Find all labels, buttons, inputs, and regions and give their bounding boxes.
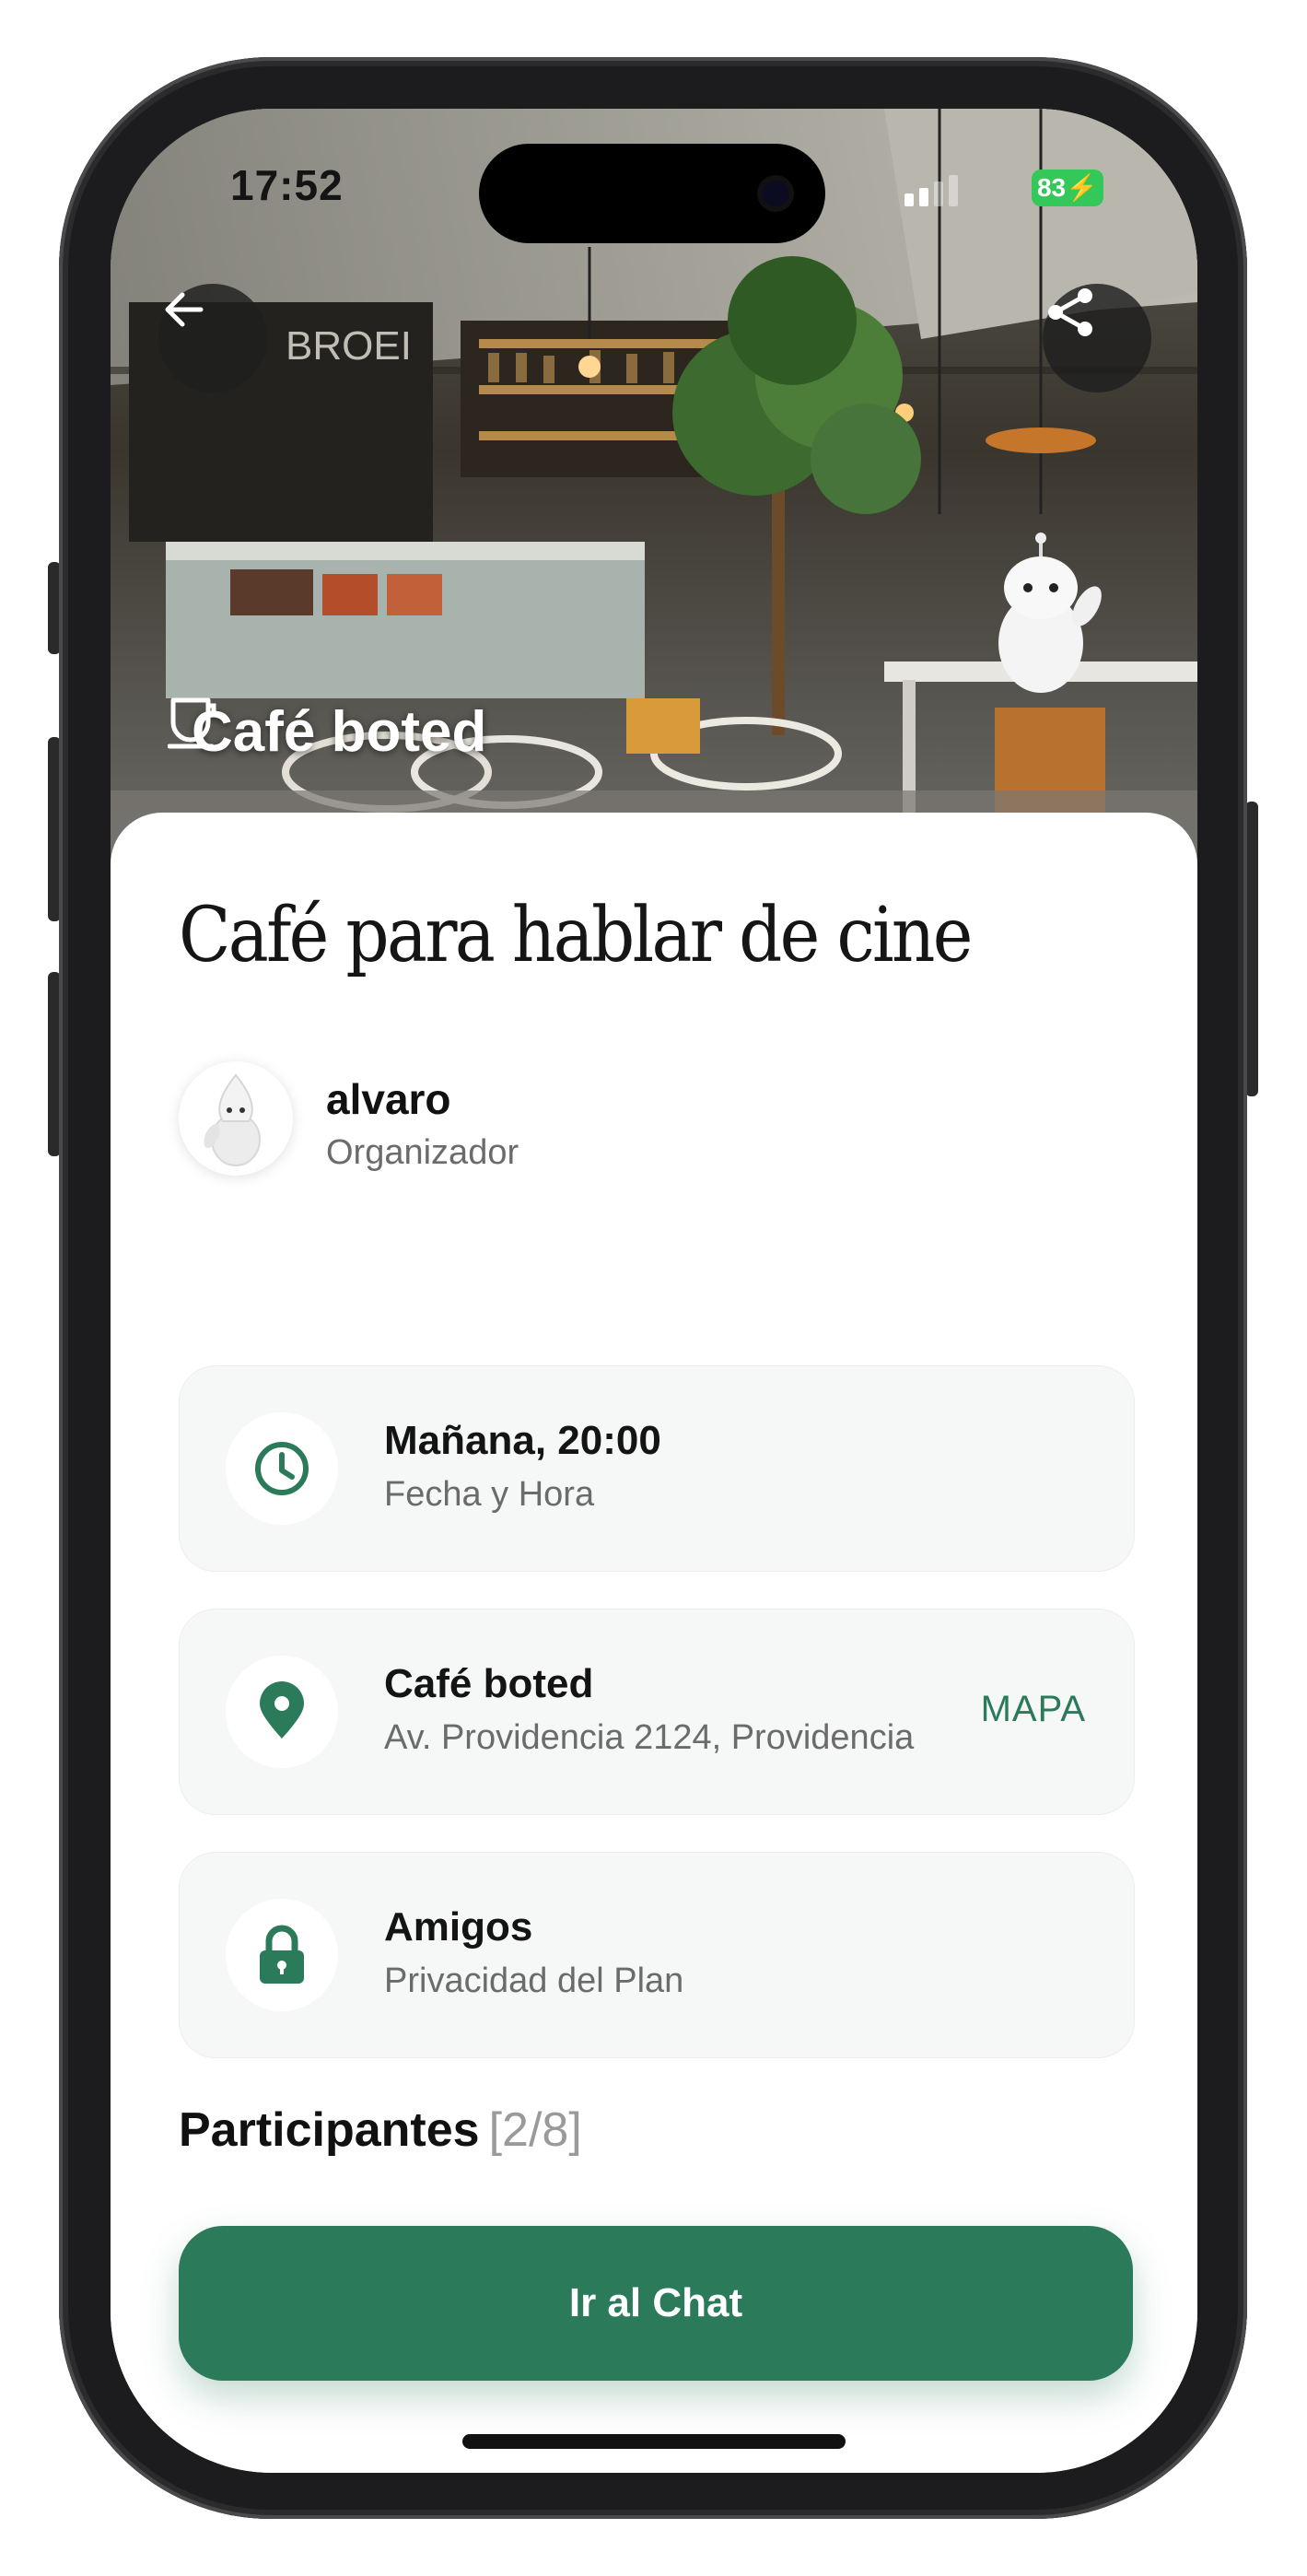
- phone-screen: BROEI 17:52 83⚡ Café boted Café para hab…: [111, 109, 1197, 2473]
- map-link[interactable]: MAPA: [981, 1689, 1086, 1730]
- date-time-value: Mañana, 20:00: [384, 1418, 661, 1463]
- front-camera: [757, 175, 794, 212]
- hero-photo: BROEI 17:52 83⚡ Café boted: [111, 109, 1197, 864]
- avatar: [179, 1061, 293, 1176]
- participants-label: Participantes: [179, 2103, 480, 2157]
- device-mockup: BROEI 17:52 83⚡ Café boted Café para hab…: [0, 0, 1307, 2576]
- coffee-cup-icon: [168, 697, 216, 749]
- privacy-card: Amigos Privacidad del Plan: [179, 1852, 1135, 2058]
- battery-indicator: 83⚡: [1032, 170, 1103, 206]
- status-bar: 17:52 83⚡: [111, 109, 1197, 243]
- venue-label: Café boted: [168, 695, 486, 768]
- location-icon-badge: [226, 1656, 338, 1768]
- privacy-icon-badge: [226, 1899, 338, 2011]
- date-time-label: Fecha y Hora: [384, 1475, 595, 1514]
- location-address: Av. Providencia 2124, Providencia: [384, 1718, 915, 1757]
- battery-level: 83: [1036, 173, 1067, 202]
- privacy-value: Amigos: [384, 1904, 533, 1950]
- organizer-role: Organizador: [326, 1133, 519, 1172]
- plan-title: Café para hablar de cine: [179, 892, 973, 979]
- location-pin-icon: [260, 1681, 304, 1739]
- participants-heading: Participantes [2/8]: [179, 2102, 582, 2158]
- clock-icon: [255, 1442, 309, 1495]
- home-indicator[interactable]: [462, 2434, 846, 2449]
- power-button: [1245, 802, 1258, 1096]
- wall-sign-text: BROEI: [286, 323, 412, 369]
- back-button[interactable]: [158, 284, 267, 392]
- organizer-name: alvaro: [326, 1075, 451, 1123]
- location-name: Café boted: [384, 1661, 594, 1706]
- arrow-left-icon: [165, 292, 204, 327]
- charging-bolt-icon: ⚡: [1066, 173, 1099, 202]
- location-card: Café boted Av. Providencia 2124, Provide…: [179, 1609, 1135, 1815]
- organizer-row[interactable]: alvaro Organizador: [179, 1061, 1008, 1181]
- cellular-signal-icon: [904, 175, 960, 206]
- go-to-chat-button[interactable]: Ir al Chat: [179, 2226, 1133, 2381]
- share-button[interactable]: [1043, 284, 1151, 392]
- dynamic-island: [479, 144, 825, 243]
- status-time: 17:52: [230, 161, 344, 209]
- date-icon-badge: [226, 1412, 338, 1525]
- participants-count: [2/8]: [488, 2103, 582, 2157]
- date-time-card: Mañana, 20:00 Fecha y Hora: [179, 1365, 1135, 1572]
- venue-name: Café boted: [192, 699, 487, 764]
- plan-details-sheet: Café para hablar de cine alvaro Organiza…: [111, 813, 1197, 2473]
- lock-icon: [260, 1925, 304, 1984]
- share-icon: [1048, 288, 1092, 336]
- privacy-label: Privacidad del Plan: [384, 1961, 684, 2000]
- wifi-icon: [111, 112, 156, 149]
- mascot-avatar-icon: [204, 1073, 261, 1166]
